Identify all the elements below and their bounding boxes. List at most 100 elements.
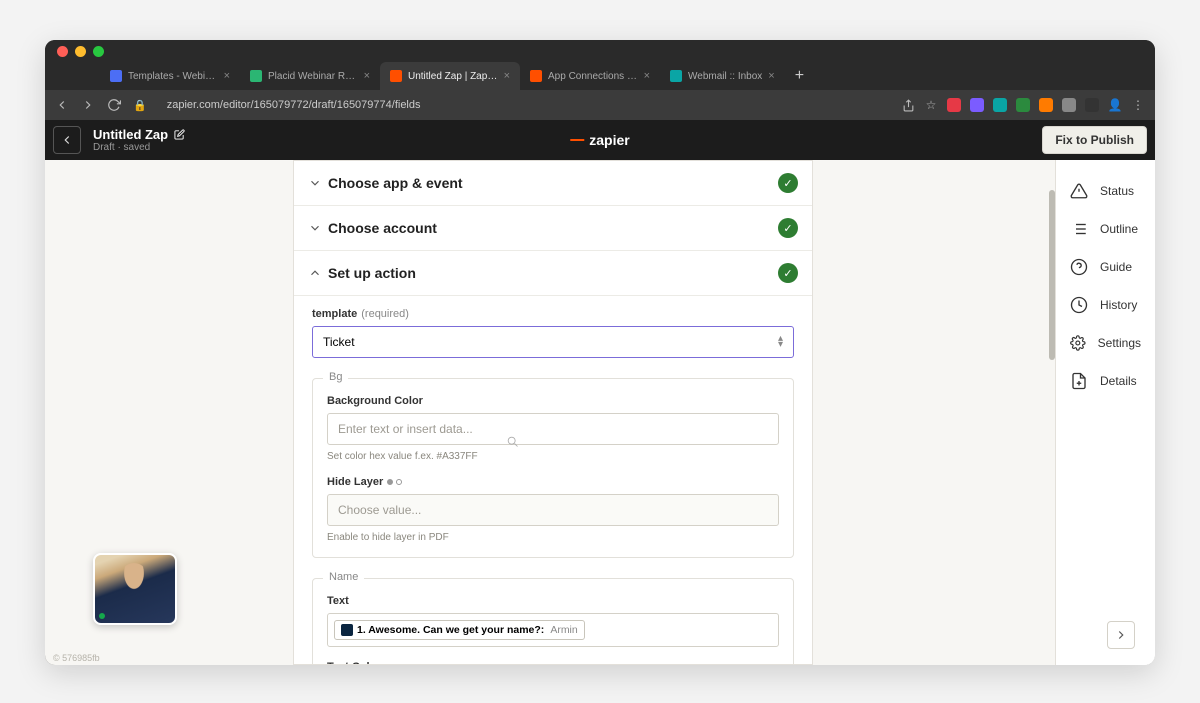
section-title: Choose account (328, 220, 778, 236)
template-select[interactable]: Ticket ▴▾ (312, 326, 794, 358)
tab-templates[interactable]: Templates - Webinar Tickets × (100, 62, 240, 90)
titlebar (45, 40, 1155, 62)
check-icon: ✓ (778, 173, 798, 193)
scroll-thumb[interactable] (1049, 190, 1055, 360)
favicon-icon (250, 70, 262, 82)
app-header: Untitled Zap Draft · saved zapier Fix to… (45, 120, 1155, 160)
rail-history[interactable]: History (1056, 286, 1155, 324)
favicon-icon (110, 70, 122, 82)
section-title: Set up action (328, 265, 778, 281)
extension-icon[interactable] (970, 98, 984, 112)
tab-label: Templates - Webinar Tickets (128, 71, 218, 82)
tab-zapier-editor[interactable]: Untitled Zap | Zapier × (380, 62, 520, 90)
hide-layer-label: Hide Layer (327, 476, 383, 488)
nav-back[interactable] (55, 98, 69, 112)
typeform-icon (341, 624, 353, 636)
template-value: Ticket (323, 335, 355, 349)
window-close[interactable] (57, 46, 68, 57)
tab-label: App Connections | Zapier (548, 71, 638, 82)
address-bar: 🔒 zapier.com/editor/165079772/draft/1650… (45, 90, 1155, 120)
back-button[interactable] (53, 126, 81, 154)
extensions-menu-icon[interactable] (1085, 98, 1099, 112)
group-name: Name Text 1. Awesome. Can we get your na… (312, 578, 794, 665)
favicon-icon (530, 70, 542, 82)
kebab-icon[interactable]: ⋮ (1131, 98, 1145, 112)
rail-status[interactable]: Status (1056, 172, 1155, 210)
section-choose-app[interactable]: Choose app & event ✓ (294, 161, 812, 206)
close-icon[interactable]: × (504, 70, 510, 82)
lock-icon: 🔒 (133, 99, 147, 112)
close-icon[interactable]: × (644, 70, 650, 82)
text-input[interactable]: 1. Awesome. Can we get your name?: Armin (327, 613, 779, 647)
bgcolor-input[interactable] (327, 413, 779, 445)
tab-bar: Templates - Webinar Tickets × Placid Webi… (45, 62, 1155, 90)
window-maximize[interactable] (93, 46, 104, 57)
nav-reload[interactable] (107, 98, 121, 112)
group-legend: Bg (323, 371, 348, 383)
rail-outline[interactable]: Outline (1056, 210, 1155, 248)
rail-label: Guide (1100, 260, 1132, 274)
bgcolor-hint: Set color hex value f.ex. #A337FF (327, 451, 779, 462)
window-minimize[interactable] (75, 46, 86, 57)
zap-status: Draft · saved (93, 142, 185, 153)
tab-webmail[interactable]: Webmail :: Inbox× (660, 62, 785, 90)
tab-placid[interactable]: Placid Webinar Registration F × (240, 62, 380, 90)
chevron-up-icon (308, 266, 322, 280)
new-tab-button[interactable]: + (785, 67, 814, 85)
zap-title[interactable]: Untitled Zap (93, 127, 168, 142)
editor-panel: Choose app & event ✓ Choose account ✓ Se… (293, 160, 813, 665)
required-hint: (required) (361, 308, 409, 320)
section-choose-account[interactable]: Choose account ✓ (294, 206, 812, 251)
textcolor-label: Text Color (327, 661, 779, 665)
rail-details[interactable]: Details (1056, 362, 1155, 400)
close-icon[interactable]: × (768, 70, 774, 82)
check-icon: ✓ (778, 263, 798, 283)
close-icon[interactable]: × (364, 70, 370, 82)
rail-label: Outline (1100, 222, 1138, 236)
extension-icon[interactable] (1062, 98, 1076, 112)
group-legend: Name (323, 571, 364, 583)
extension-icon[interactable] (1016, 98, 1030, 112)
hide-layer-select[interactable]: Choose value... (327, 494, 779, 526)
data-pill[interactable]: 1. Awesome. Can we get your name?: Armin (334, 620, 585, 640)
section-setup-action[interactable]: Set up action ✓ (294, 251, 812, 296)
rail-label: Settings (1098, 336, 1141, 350)
extension-icon[interactable] (993, 98, 1007, 112)
url-input[interactable]: zapier.com/editor/165079772/draft/165079… (159, 96, 889, 114)
rail-guide[interactable]: Guide (1056, 248, 1155, 286)
tab-label: Untitled Zap | Zapier (408, 71, 498, 82)
app-content: Untitled Zap Draft · saved zapier Fix to… (45, 120, 1155, 665)
close-icon[interactable]: × (224, 70, 230, 82)
browser-window: Templates - Webinar Tickets × Placid Webi… (45, 40, 1155, 665)
extension-icon[interactable] (947, 98, 961, 112)
share-icon[interactable] (901, 98, 915, 112)
bgcolor-label: Background Color (327, 395, 779, 407)
publish-button[interactable]: Fix to Publish (1042, 126, 1147, 154)
watermark: © 576985fb (53, 653, 100, 663)
text-label: Text (327, 595, 779, 607)
zapier-logo: zapier (570, 132, 629, 148)
scrollbar[interactable] (1048, 160, 1055, 665)
extension-icon[interactable] (1039, 98, 1053, 112)
rail-label: History (1100, 298, 1137, 312)
rail-label: Status (1100, 184, 1134, 198)
radio-option[interactable] (387, 479, 402, 485)
right-rail: Status Outline Guide History Settings De… (1055, 160, 1155, 665)
webcam-preview (93, 553, 177, 625)
chevron-down-icon (308, 221, 322, 235)
hide-layer-hint: Enable to hide layer in PDF (327, 532, 779, 543)
editor-canvas: Choose app & event ✓ Choose account ✓ Se… (45, 160, 1155, 665)
profile-avatar[interactable]: 👤 (1108, 98, 1122, 112)
tab-app-connections[interactable]: App Connections | Zapier × (520, 62, 660, 90)
next-step-button[interactable] (1107, 621, 1135, 649)
template-label: template (312, 308, 357, 320)
favicon-icon (390, 70, 402, 82)
pencil-icon[interactable] (174, 129, 185, 140)
nav-forward[interactable] (81, 98, 95, 112)
bookmark-icon[interactable]: ☆ (924, 98, 938, 112)
check-icon: ✓ (778, 218, 798, 238)
tab-label: Placid Webinar Registration F (268, 71, 358, 82)
rail-settings[interactable]: Settings (1056, 324, 1155, 362)
live-indicator-icon (99, 613, 105, 619)
pill-prefix: 1. Awesome. Can we get your name?: (357, 624, 544, 636)
